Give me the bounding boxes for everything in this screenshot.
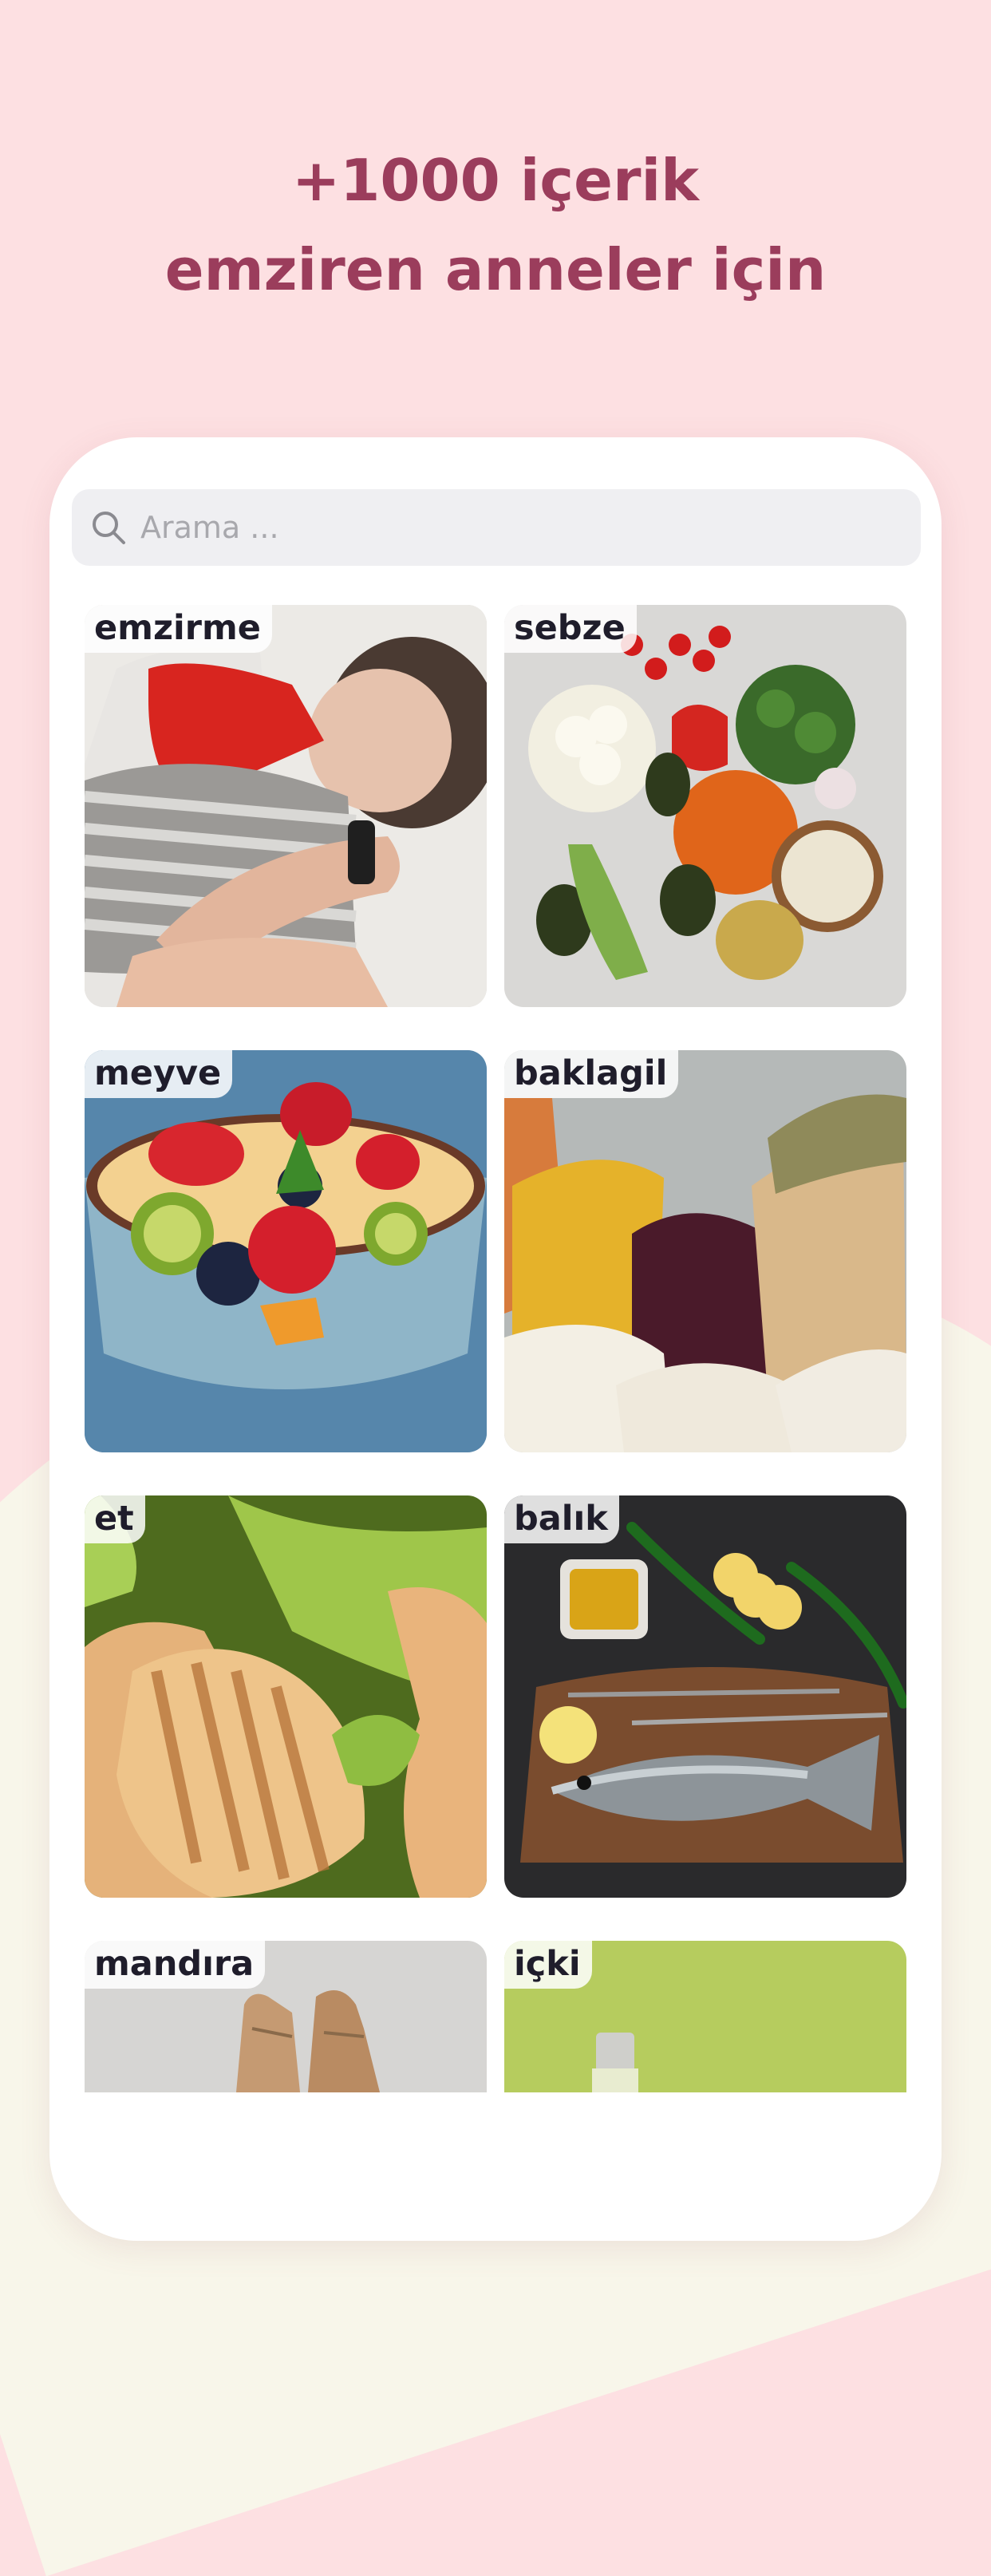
baklagil-image [504,1050,906,1452]
category-label: içki [504,1941,592,1989]
category-card-meyve[interactable]: meyve [85,1050,487,1452]
phone-mockup: emzirme sebze [49,437,942,2241]
balik-image [504,1495,906,1898]
headline-line-1: +1000 içerik [291,147,700,214]
search-icon [93,512,125,544]
category-card-et[interactable]: et [85,1495,487,1898]
headline-line-2: emziren anneler için [164,236,827,303]
category-card-icki[interactable]: içki [504,1941,906,2092]
category-label: sebze [504,605,637,653]
category-card-sebze[interactable]: sebze [504,605,906,1007]
category-card-balik[interactable]: balık [504,1495,906,1898]
meyve-image [85,1050,487,1452]
category-card-baklagil[interactable]: baklagil [504,1050,906,1452]
category-label: meyve [85,1050,233,1098]
category-label: balık [504,1495,619,1543]
category-card-emzirme[interactable]: emzirme [85,605,487,1007]
category-label: baklagil [504,1050,679,1098]
et-image [85,1495,487,1898]
category-label: mandıra [85,1941,266,1989]
sebze-image [504,605,906,1007]
category-label: et [85,1495,145,1543]
emzirme-image [85,605,487,1007]
headline: +1000 içerik emziren anneler için [0,136,991,314]
search-bar[interactable] [72,489,921,566]
category-card-mandira[interactable]: mandıra [85,1941,487,2092]
category-label: emzirme [85,605,272,653]
search-input[interactable] [139,509,860,546]
